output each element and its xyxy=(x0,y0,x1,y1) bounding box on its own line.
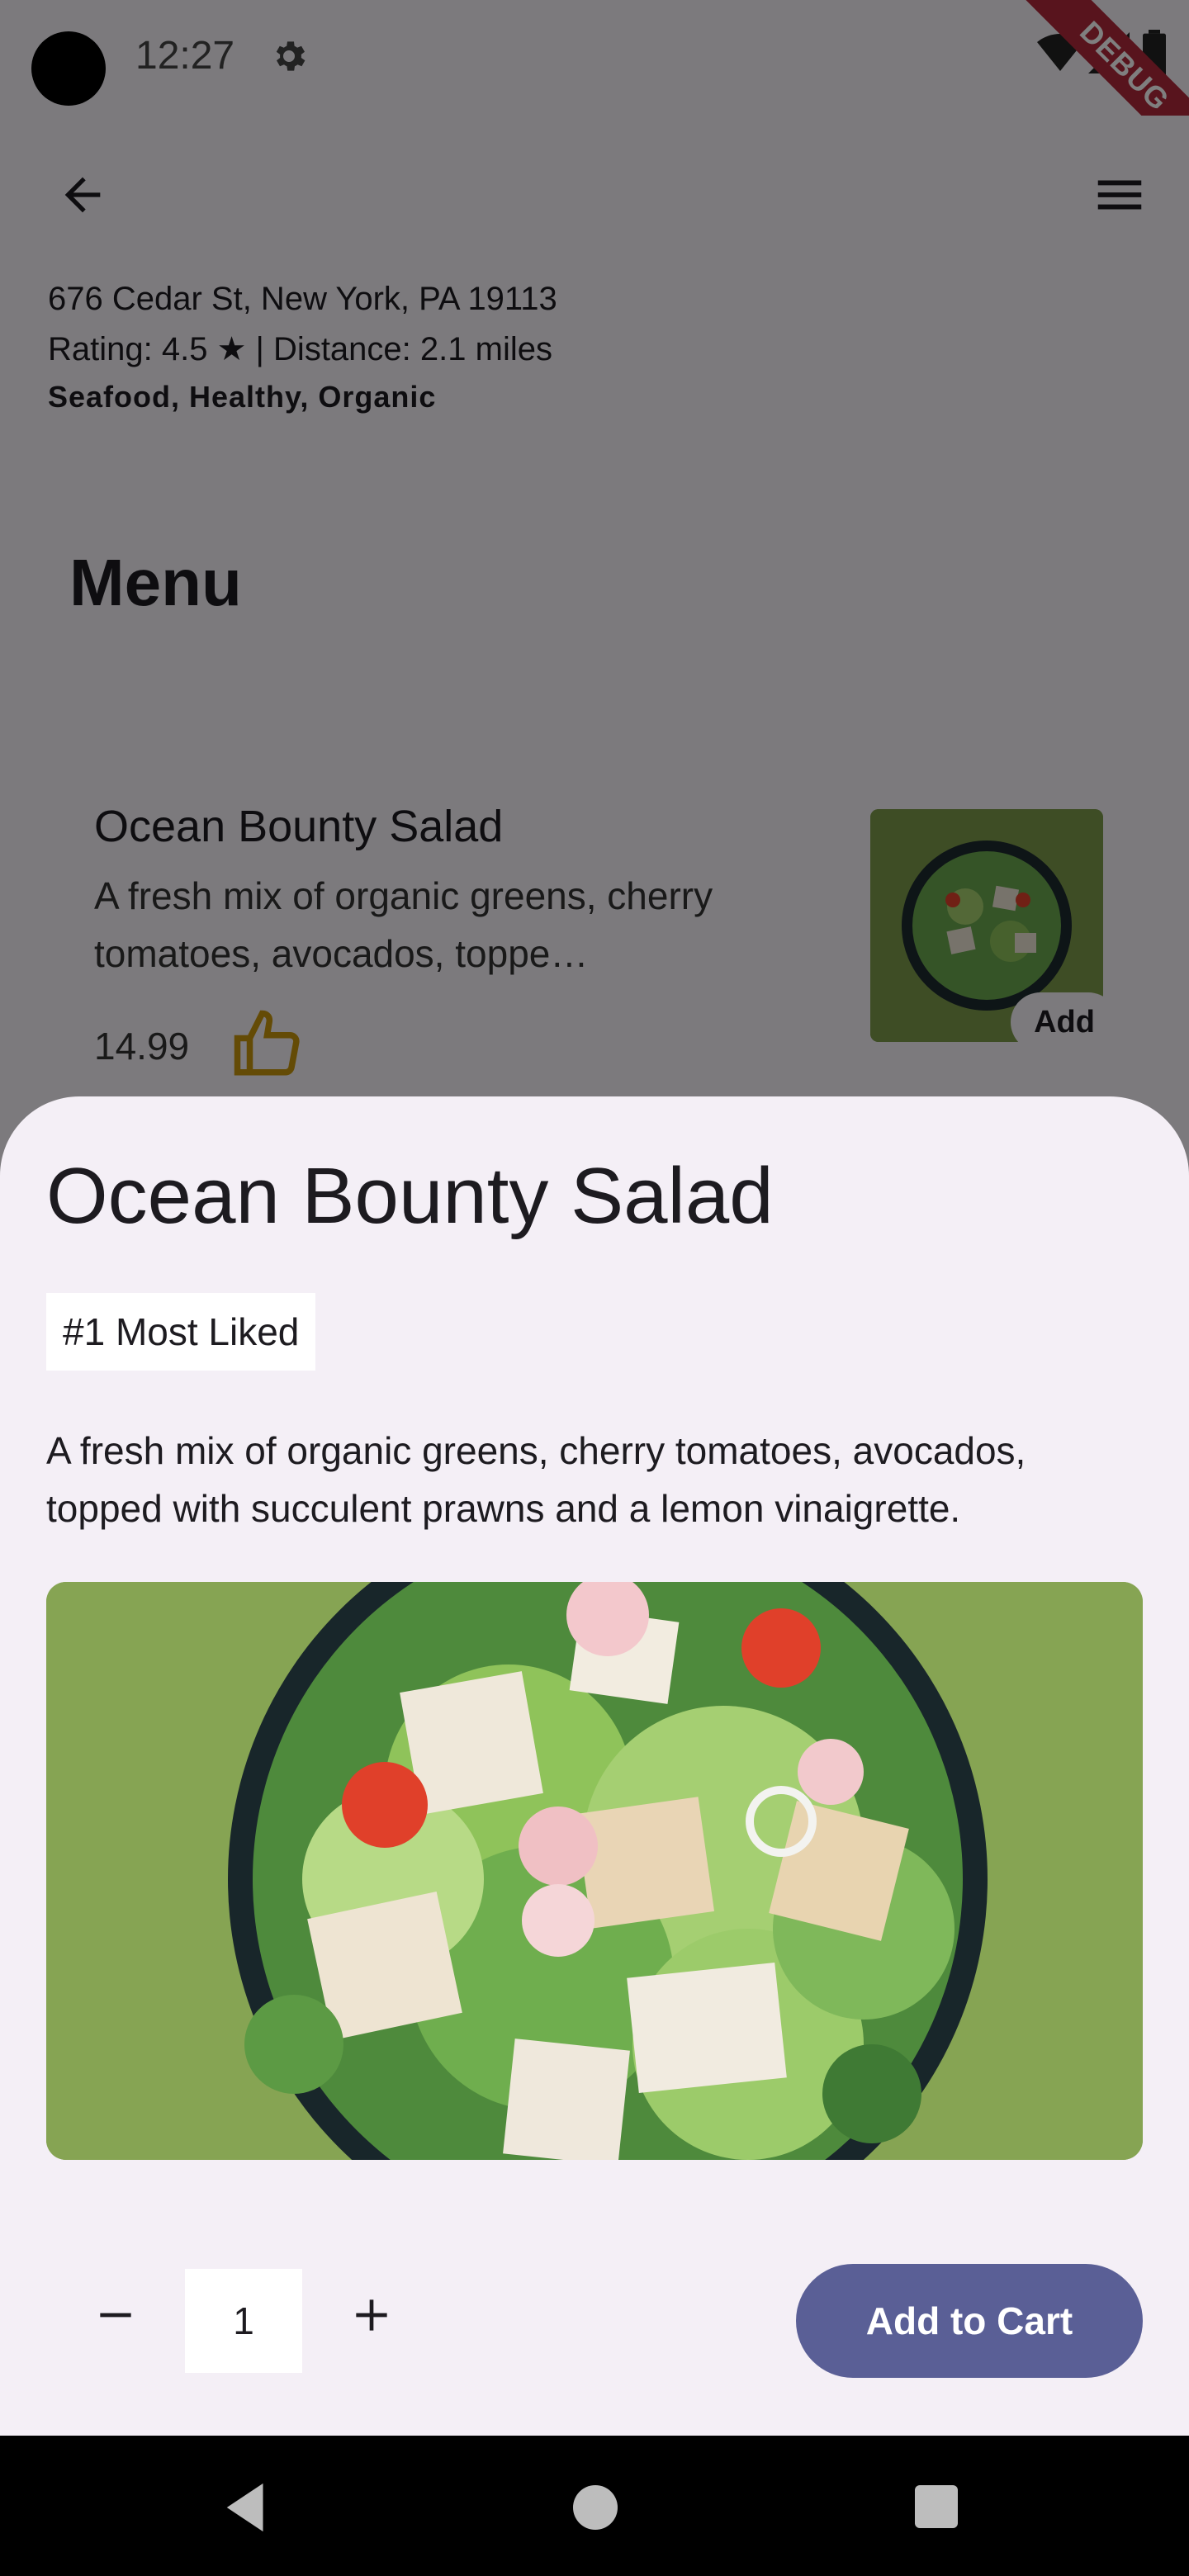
quantity-field[interactable]: 1 xyxy=(185,2269,302,2373)
salad-photo-illustration xyxy=(46,1582,1143,2160)
add-to-cart-button[interactable]: Add to Cart xyxy=(796,2264,1143,2378)
decrease-quantity-button[interactable] xyxy=(74,2274,157,2356)
minus-icon xyxy=(100,2313,131,2318)
system-navigation-bar xyxy=(0,2436,1189,2576)
plus-icon xyxy=(356,2299,387,2331)
sheet-item-description: A fresh mix of organic greens, cherry to… xyxy=(46,1429,1026,1530)
nav-recents-icon[interactable] xyxy=(915,2485,958,2528)
nav-back-icon[interactable] xyxy=(220,2479,277,2536)
most-liked-badge: #1 Most Liked xyxy=(46,1293,316,1371)
item-detail-sheet: Ocean Bounty Salad #1 Most Liked A fresh… xyxy=(0,1096,1189,2436)
sheet-item-title: Ocean Bounty Salad xyxy=(46,1152,774,1240)
salad-bowl-photo xyxy=(46,1582,1143,2160)
nav-home-icon[interactable] xyxy=(573,2485,618,2530)
increase-quantity-button[interactable] xyxy=(330,2274,413,2356)
screen: 12:27 DEBUG 676 Cedar St, New York, PA 1… xyxy=(0,0,1189,2576)
